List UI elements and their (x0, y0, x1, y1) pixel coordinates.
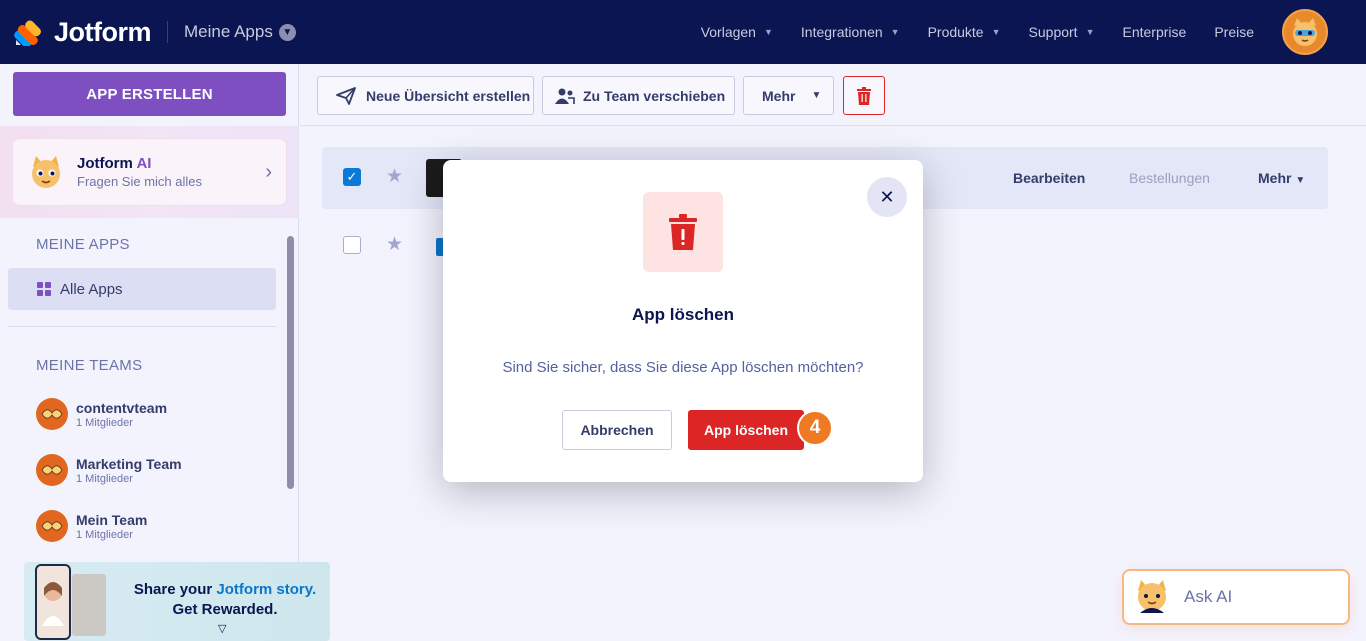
delete-app-dialog: ✕ App löschen Sind Sie sicher, dass Sie … (443, 160, 923, 482)
ask-ai-button[interactable]: Ask AI (1122, 569, 1350, 625)
cancel-button[interactable]: Abbrechen (562, 410, 672, 450)
ai-cat-icon (1138, 580, 1166, 613)
dialog-title: App löschen (631, 305, 734, 324)
step-marker-badge: 4 (797, 410, 833, 446)
dialog-message: Sind Sie sicher, dass Sie diese App lösc… (502, 359, 864, 376)
confirm-delete-button[interactable]: App löschen (688, 410, 804, 450)
warning-trash-badge (643, 192, 723, 272)
trash-warning-icon (669, 214, 697, 250)
close-icon[interactable]: ✕ (867, 177, 907, 217)
ask-ai-label: Ask AI (1184, 587, 1233, 606)
